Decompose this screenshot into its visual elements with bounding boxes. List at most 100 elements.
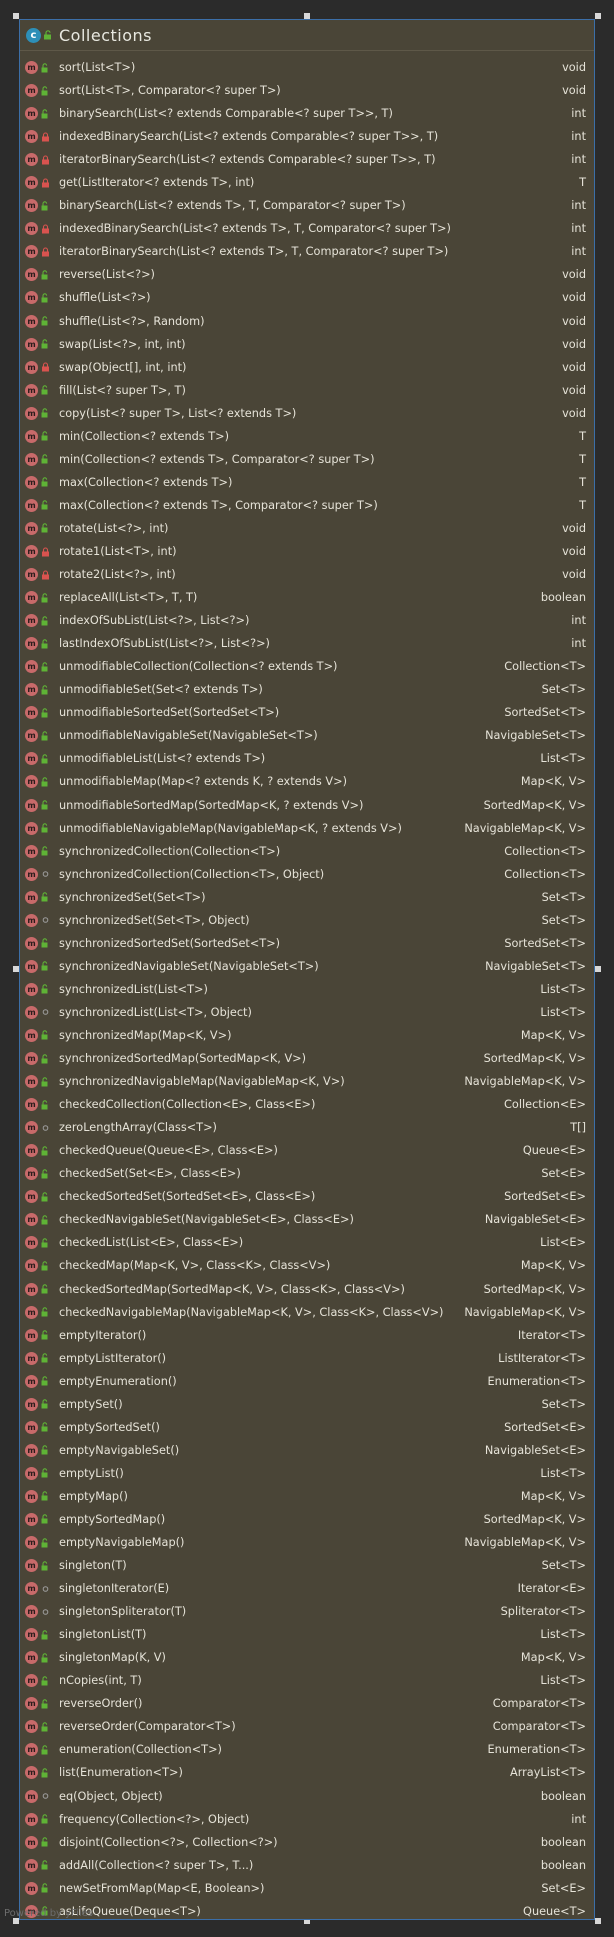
method-row[interactable]: m copy(List<? super T>, List<? extends T>… [20,402,594,425]
method-row[interactable]: m singletonList(T) List<T> [20,1623,594,1646]
method-row[interactable]: m emptySortedMap() SortedMap<K, V> [20,1508,594,1531]
public-unlocked-icon [41,1330,50,1340]
method-row[interactable]: m checkedQueue(Queue<E>, Class<E>) Queue<E… [20,1139,594,1162]
method-row[interactable]: m sort(List<T>) void [20,56,594,79]
resize-handle-top-right[interactable] [595,13,601,19]
method-row[interactable]: m unmodifiableSortedMap(SortedMap<K, ? ex… [20,794,594,817]
method-row[interactable]: m sort(List<T>, Comparator<? super T>) voi… [20,79,594,102]
method-return-type: Set<E> [541,1167,586,1181]
method-row[interactable]: m synchronizedCollection(Collection<T>) Co… [20,840,594,863]
method-row[interactable]: m emptyNavigableSet() NavigableSet<E> [20,1439,594,1462]
method-row[interactable]: m singletonSpliterator(T) Spliterator<T> [20,1600,594,1623]
method-row[interactable]: m binarySearch(List<? extends Comparable<… [20,102,594,125]
method-row[interactable]: m indexedBinarySearch(List<? extends T>, … [20,217,594,240]
method-row[interactable]: m eq(Object, Object) boolean [20,1785,594,1808]
method-row[interactable]: m rotate2(List<?>, int) void [20,563,594,586]
method-row[interactable]: m list(Enumeration<T>) ArrayList<T> [20,1761,594,1784]
class-header[interactable]: c Collections [20,20,594,51]
method-row[interactable]: m checkedSortedSet(SortedSet<E>, Class<E>… [20,1185,594,1208]
method-row[interactable]: m checkedNavigableSet(NavigableSet<E>, Cl… [20,1208,594,1231]
method-row[interactable]: m frequency(Collection<?>, Object) int [20,1808,594,1831]
method-row[interactable]: m unmodifiableCollection(Collection<? ext… [20,655,594,678]
method-row[interactable]: m rotate1(List<T>, int) void [20,540,594,563]
method-row[interactable]: m indexedBinarySearch(List<? extends Comp… [20,125,594,148]
method-row[interactable]: m disjoint(Collection<?>, Collection<?>) b… [20,1831,594,1854]
method-signature: synchronizedCollection(Collection<T>, Ob… [59,867,325,881]
method-row[interactable]: m emptyIterator() Iterator<T> [20,1324,594,1347]
method-row[interactable]: m replaceAll(List<T>, T, T) boolean [20,586,594,609]
method-row[interactable]: m emptyEnumeration() Enumeration<T> [20,1370,594,1393]
method-row[interactable]: m rotate(List<?>, int) void [20,517,594,540]
method-row[interactable]: m max(Collection<? extends T>, Comparator… [20,494,594,517]
method-row[interactable]: m checkedSet(Set<E>, Class<E>) Set<E> [20,1162,594,1185]
method-row[interactable]: m checkedList(List<E>, Class<E>) List<E> [20,1231,594,1254]
public-unlocked-icon [41,500,50,510]
method-row[interactable]: m singletonMap(K, V) Map<K, V> [20,1646,594,1669]
method-row[interactable]: m checkedCollection(Collection<E>, Class<… [20,1093,594,1116]
public-unlocked-icon [41,1491,50,1501]
method-row[interactable]: m enumeration(Collection<T>) Enumeration<T… [20,1738,594,1761]
public-unlocked-icon [41,1169,50,1179]
method-row[interactable]: m synchronizedNavigableMap(NavigableMap<K… [20,1070,594,1093]
method-row[interactable]: m unmodifiableList(List<? extends T>) List… [20,747,594,770]
method-row[interactable]: m reverseOrder(Comparator<T>) Comparator<T… [20,1715,594,1738]
method-row[interactable]: m unmodifiableMap(Map<? extends K, ? exte… [20,770,594,793]
method-row[interactable]: m checkedMap(Map<K, V>, Class<K>, Class<V… [20,1254,594,1277]
method-row[interactable]: m synchronizedList(List<T>) List<T> [20,978,594,1001]
method-row[interactable]: m checkedNavigableMap(NavigableMap<K, V>,… [20,1301,594,1324]
method-row[interactable]: m emptySet() Set<T> [20,1393,594,1416]
method-row[interactable]: m shuffle(List<?>, Random) void [20,310,594,333]
method-row[interactable]: m binarySearch(List<? extends T>, T, Comp… [20,194,594,217]
method-row[interactable]: m max(Collection<? extends T>) T [20,471,594,494]
method-row[interactable]: m synchronizedMap(Map<K, V>) Map<K, V> [20,1024,594,1047]
method-row[interactable]: m unmodifiableNavigableMap(NavigableMap<K… [20,817,594,840]
method-row[interactable]: m synchronizedSet(Set<T>, Object) Set<T> [20,909,594,932]
method-row[interactable]: m addAll(Collection<? super T>, T...) bool… [20,1854,594,1877]
method-row[interactable]: m asLifoQueue(Deque<T>) Queue<T> [20,1900,594,1923]
method-row[interactable]: m unmodifiableSet(Set<? extends T>) Set<T> [20,678,594,701]
class-name: Collections [59,25,152,45]
method-row[interactable]: m emptyList() List<T> [20,1462,594,1485]
method-signature: checkedSortedSet(SortedSet<E>, Class<E>) [59,1190,316,1204]
method-row[interactable]: m synchronizedList(List<T>, Object) List<T… [20,1001,594,1024]
class-node-collections[interactable]: c Collections m sort(List<T>) void m sort(Li… [19,19,595,1920]
method-row[interactable]: m iteratorBinarySearch(List<? extends Com… [20,148,594,171]
method-row[interactable]: m unmodifiableSortedSet(SortedSet<T>) Sort… [20,701,594,724]
method-row[interactable]: m get(ListIterator<? extends T>, int) T [20,171,594,194]
method-row[interactable]: m checkedSortedMap(SortedMap<K, V>, Class… [20,1277,594,1300]
method-icon: m [25,591,38,605]
method-row[interactable]: m zeroLengthArray(Class<T>) T[] [20,1116,594,1139]
method-row[interactable]: m emptyMap() Map<K, V> [20,1485,594,1508]
method-signature: sort(List<T>, Comparator<? super T>) [59,84,281,98]
method-row[interactable]: m swap(Object[], int, int) void [20,356,594,379]
public-unlocked-icon [41,823,50,833]
method-row[interactable]: m swap(List<?>, int, int) void [20,333,594,356]
method-row[interactable]: m newSetFromMap(Map<E, Boolean>) Set<E> [20,1877,594,1900]
method-row[interactable]: m emptyListIterator() ListIterator<T> [20,1347,594,1370]
method-row[interactable]: m synchronizedCollection(Collection<T>, O… [20,863,594,886]
method-row[interactable]: m fill(List<? super T>, T) void [20,379,594,402]
method-row[interactable]: m min(Collection<? extends T>) T [20,425,594,448]
method-row[interactable]: m iteratorBinarySearch(List<? extends T>,… [20,240,594,263]
method-row[interactable]: m reverseOrder() Comparator<T> [20,1692,594,1715]
method-row[interactable]: m min(Collection<? extends T>, Comparator… [20,448,594,471]
method-row[interactable]: m singletonIterator(E) Iterator<E> [20,1577,594,1600]
public-unlocked-icon [41,892,50,902]
method-row[interactable]: m lastIndexOfSubList(List<?>, List<?>) int [20,632,594,655]
method-row[interactable]: m emptySortedSet() SortedSet<E> [20,1416,594,1439]
method-row[interactable]: m emptyNavigableMap() NavigableMap<K, V> [20,1531,594,1554]
method-row[interactable]: m indexOfSubList(List<?>, List<?>) int [20,609,594,632]
method-row[interactable]: m synchronizedSortedMap(SortedMap<K, V>) S… [20,1047,594,1070]
method-row[interactable]: m synchronizedSet(Set<T>) Set<T> [20,886,594,909]
method-row[interactable]: m singleton(T) Set<T> [20,1554,594,1577]
resize-handle-right[interactable] [595,966,601,972]
method-signature: emptyMap() [59,1489,128,1503]
method-row[interactable]: m synchronizedSortedSet(SortedSet<T>) Sort… [20,932,594,955]
method-row[interactable]: m shuffle(List<?>) void [20,286,594,309]
package-dot-icon [41,1123,50,1133]
method-row[interactable]: m synchronizedNavigableSet(NavigableSet<T… [20,955,594,978]
method-row[interactable]: m reverse(List<?>) void [20,263,594,286]
method-row[interactable]: m unmodifiableNavigableSet(NavigableSet<T… [20,724,594,747]
method-row[interactable]: m nCopies(int, T) List<T> [20,1669,594,1692]
resize-handle-bottom-right[interactable] [595,1918,601,1924]
